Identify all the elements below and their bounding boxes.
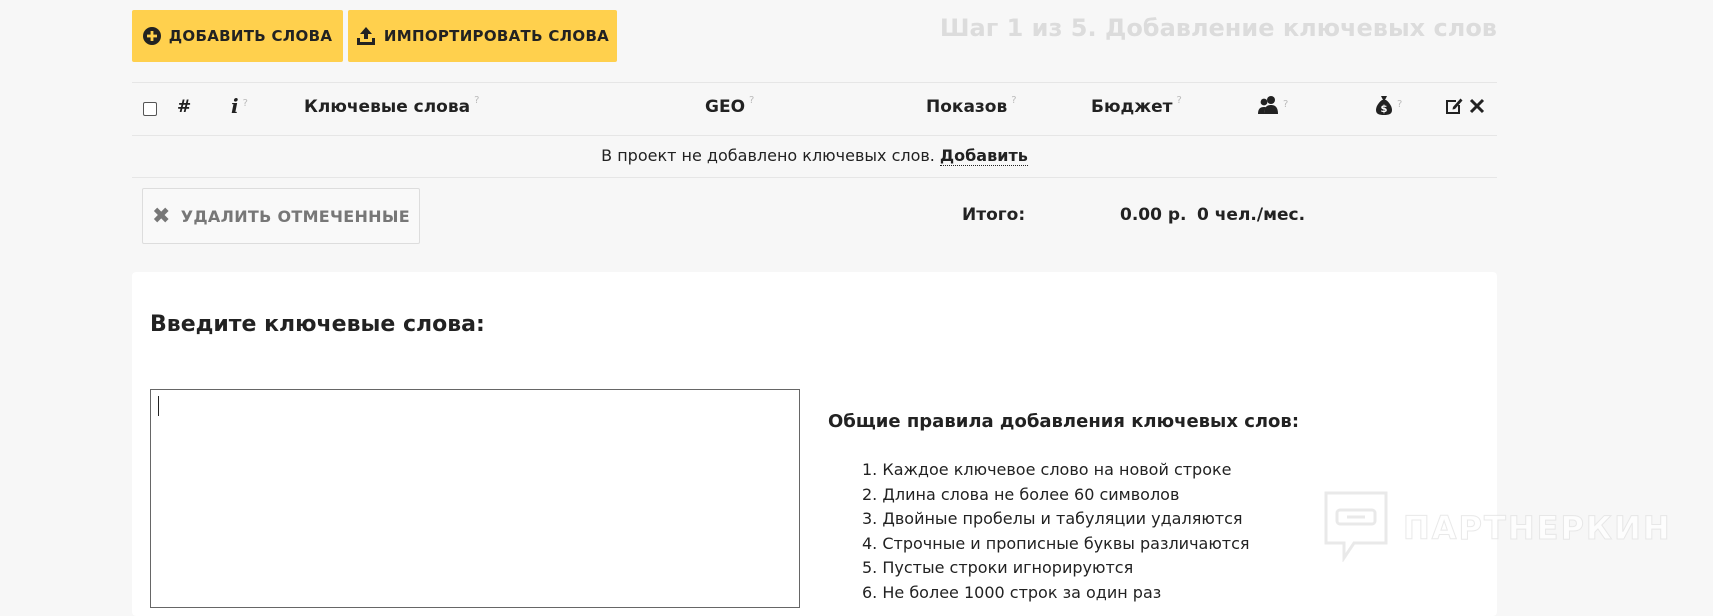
delete-selected-label: УДАЛИТЬ ОТМЕЧЕННЫЕ [180, 206, 410, 226]
column-info: i? [231, 94, 248, 118]
import-words-label: ИМПОРТИРОВАТЬ СЛОВА [383, 27, 610, 45]
totals-label: Итого: [962, 205, 1026, 225]
column-audience: ? [1257, 95, 1288, 120]
column-budget: Бюджет? [1091, 95, 1182, 117]
totals-budget: 0.00 р. [1120, 205, 1187, 225]
column-number: # [177, 97, 192, 117]
delete-selected-button[interactable]: ✖ УДАЛИТЬ ОТМЕЧЕННЫЕ [142, 188, 420, 244]
svg-text:$: $ [1381, 104, 1388, 115]
help-icon[interactable]: ? [749, 95, 754, 106]
help-icon[interactable]: ? [1283, 99, 1288, 110]
money-bag-icon: $ [1375, 95, 1393, 121]
rule-item: 1. Каждое ключевое слово на новой строке [862, 460, 1232, 479]
column-geo-label: GEO [705, 97, 746, 117]
rule-item: 5. Пустые строки игнорируются [862, 558, 1134, 577]
column-geo: GEO? [705, 95, 754, 117]
watermark-text: ПАРТНЕРКИН [1403, 509, 1672, 548]
close-icon[interactable] [1469, 95, 1485, 114]
rules-title: Общие правила добавления ключевых слов: [828, 411, 1300, 432]
add-words-label: ДОБАВИТЬ СЛОВА [168, 27, 333, 45]
import-words-button[interactable]: ИМПОРТИРОВАТЬ СЛОВА [348, 10, 617, 62]
watermark: ПАРТНЕРКИН [1323, 490, 1672, 566]
close-icon: ✖ [152, 203, 171, 229]
rules-list: 1. Каждое ключевое слово на новой строке… [862, 458, 1250, 605]
help-icon[interactable]: ? [1397, 99, 1402, 110]
help-icon[interactable]: ? [1177, 95, 1182, 106]
help-icon[interactable]: ? [243, 98, 248, 109]
edit-icon[interactable] [1445, 96, 1464, 115]
column-impressions-label: Показов [926, 97, 1008, 117]
add-keywords-link[interactable]: Добавить [939, 146, 1028, 166]
empty-table-row: В проект не добавлено ключевых слов. Доб… [132, 134, 1497, 178]
column-money: $ ? [1375, 95, 1402, 121]
help-icon[interactable]: ? [1011, 95, 1016, 106]
watermark-logo-icon [1323, 490, 1389, 566]
help-icon[interactable]: ? [474, 95, 479, 106]
keywords-textarea[interactable] [150, 389, 800, 608]
column-impressions: Показов? [926, 95, 1017, 117]
empty-table-message: В проект не добавлено ключевых слов. [601, 146, 935, 165]
rule-item: 6. Не более 1000 строк за один раз [862, 582, 1162, 602]
text-cursor [158, 396, 159, 416]
column-keywords: Ключевые слова? [304, 95, 479, 117]
step-title: Шаг 1 из 5. Добавление ключевых слов [939, 14, 1497, 42]
select-all-checkbox[interactable] [143, 99, 157, 116]
info-icon: i [231, 94, 239, 118]
rule-item: 4. Строчные и прописные буквы различаютс… [862, 533, 1250, 553]
rule-item: 2. Длина слова не более 60 символов [862, 484, 1180, 504]
plus-circle-icon [142, 27, 161, 45]
upload-icon [356, 26, 376, 46]
add-words-button[interactable]: ДОБАВИТЬ СЛОВА [132, 10, 343, 62]
page-content: ДОБАВИТЬ СЛОВА ИМПОРТИРОВАТЬ СЛОВА Шаг 1… [132, 0, 1497, 616]
keywords-table-header: # i? Ключевые слова? GEO? Показов? Бюдже… [132, 82, 1497, 136]
users-icon [1257, 95, 1279, 120]
rule-item: 3. Двойные пробелы и табуляции удаляются [862, 509, 1243, 528]
column-budget-label: Бюджет [1091, 97, 1173, 117]
totals-audience: 0 чел./мес. [1197, 205, 1306, 225]
keywords-input-card: Введите ключевые слова: Общие правила до… [132, 272, 1497, 616]
keywords-input-title: Введите ключевые слова: [150, 312, 485, 337]
column-keywords-label: Ключевые слова [304, 97, 471, 117]
